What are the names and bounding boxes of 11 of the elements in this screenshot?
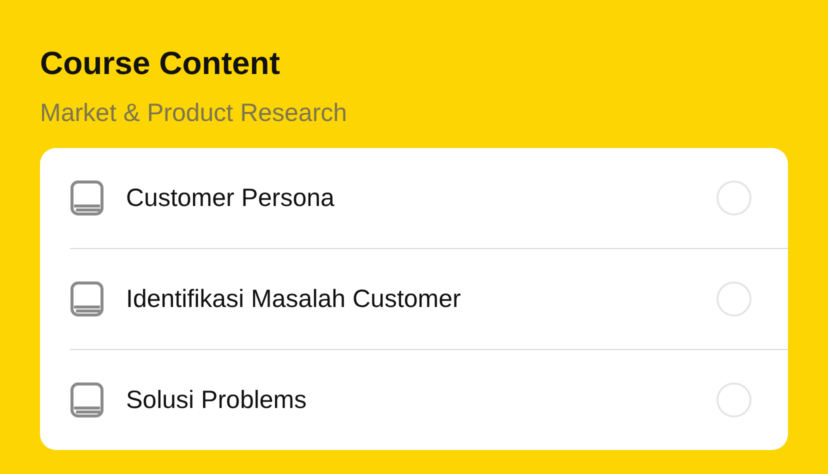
lesson-title[interactable]: Identifikasi Masalah Customer bbox=[126, 284, 716, 314]
page-title: Course Content bbox=[40, 44, 280, 82]
book-icon bbox=[70, 180, 104, 216]
book-icon bbox=[70, 281, 104, 317]
book-icon bbox=[70, 382, 104, 418]
status-circle-icon[interactable] bbox=[716, 180, 752, 216]
lesson-title[interactable]: Solusi Problems bbox=[126, 385, 716, 415]
status-circle-icon[interactable] bbox=[716, 382, 752, 418]
section-title: Market & Product Research bbox=[40, 98, 348, 128]
status-circle-icon[interactable] bbox=[716, 281, 752, 317]
lesson-title[interactable]: Customer Persona bbox=[126, 183, 716, 213]
